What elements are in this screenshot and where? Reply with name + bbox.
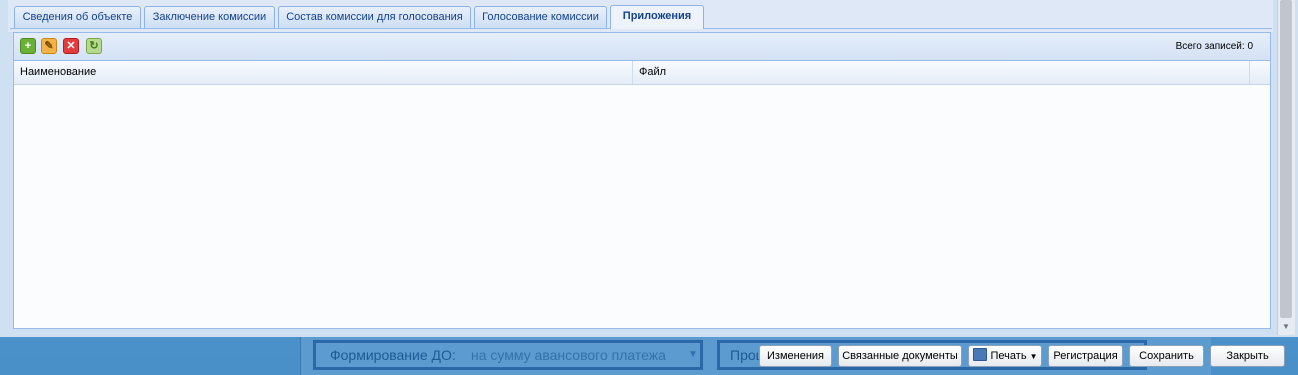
add-icon[interactable]: +	[20, 38, 36, 54]
scrollbar-thumb[interactable]	[1280, 0, 1292, 318]
close-button[interactable]: Закрыть	[1210, 345, 1285, 367]
related-documents-button[interactable]: Связанные документы	[838, 345, 962, 367]
column-header-file[interactable]: Файл	[633, 61, 1250, 84]
vertical-scrollbar[interactable]: ▼	[1277, 0, 1295, 335]
delete-icon[interactable]: ✕	[63, 38, 79, 54]
grid-toolbar: + ✎ ✕ ↻ Всего записей: 0	[14, 33, 1270, 61]
background-field-value: на сумму авансового платежа	[471, 347, 666, 363]
registration-button[interactable]: Регистрация	[1048, 345, 1123, 367]
tab-commission-voting-members[interactable]: Состав комиссии для голосования	[278, 6, 471, 28]
refresh-icon[interactable]: ↻	[86, 38, 102, 54]
tab-attachments[interactable]: Приложения	[610, 5, 704, 29]
print-button[interactable]: Печать ▼	[968, 345, 1042, 367]
printer-icon	[972, 348, 987, 361]
chevron-down-icon: ▼	[688, 349, 698, 360]
tab-commission-voting[interactable]: Голосование комиссии	[474, 6, 607, 28]
column-header-spacer	[1250, 61, 1270, 84]
changes-button[interactable]: Изменения	[759, 345, 832, 367]
grid-header: Наименование Файл	[14, 61, 1270, 85]
edit-icon[interactable]: ✎	[41, 38, 57, 54]
tab-commission-conclusion[interactable]: Заключение комиссии	[144, 6, 275, 28]
background-field-label: Формирование ДО:	[330, 347, 456, 363]
chevron-down-icon: ▼	[1029, 352, 1038, 361]
total-records: Всего записей: 0	[1176, 41, 1253, 52]
save-button[interactable]: Сохранить	[1129, 345, 1204, 367]
attachments-panel: + ✎ ✕ ↻ Всего записей: 0 Наименование Фа…	[13, 32, 1271, 329]
background-field: Формирование ДО: на сумму авансового пла…	[313, 340, 703, 370]
print-button-label: Печать	[990, 350, 1027, 362]
scroll-down-arrow-icon[interactable]: ▼	[1281, 322, 1291, 332]
tab-object-info[interactable]: Сведения об объекте	[14, 6, 141, 28]
total-records-count: 0	[1247, 41, 1253, 52]
dialog-window: Сведения об объекте Заключение комиссии …	[0, 0, 1298, 337]
total-records-label: Всего записей:	[1175, 41, 1245, 52]
column-header-name[interactable]: Наименование	[14, 61, 633, 84]
